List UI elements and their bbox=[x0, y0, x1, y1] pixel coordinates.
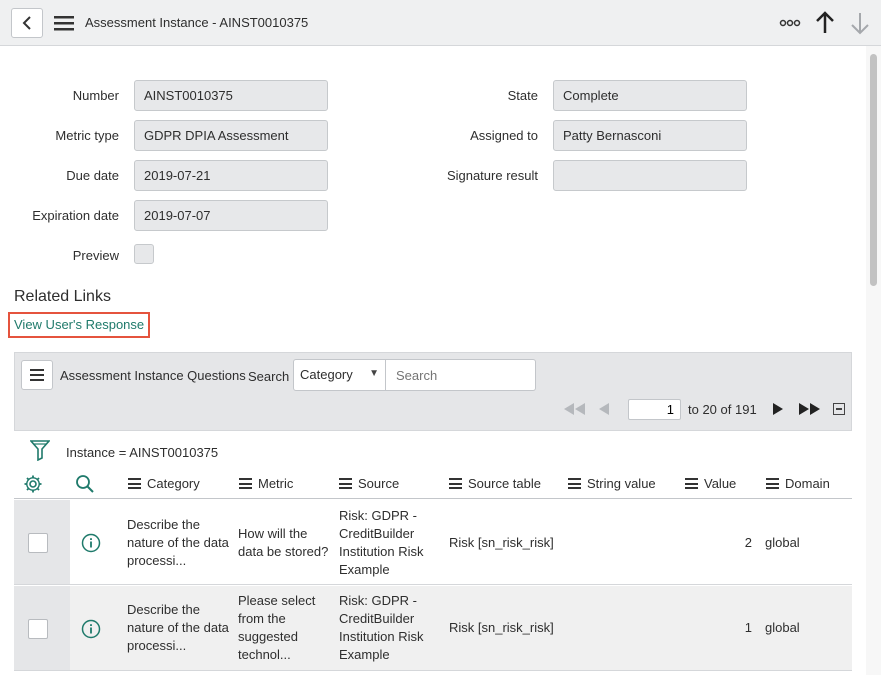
page-range-text: to 20 of 191 bbox=[688, 402, 757, 417]
related-list-toolbar: Assessment Instance Questions Search Cat… bbox=[14, 352, 852, 431]
hamburger-menu-icon bbox=[30, 369, 44, 381]
gear-icon[interactable] bbox=[23, 474, 43, 494]
column-menu-icon[interactable] bbox=[449, 478, 462, 489]
cell-metric: How will the data be stored? bbox=[238, 526, 329, 559]
more-options-icon[interactable] bbox=[779, 13, 801, 33]
column-menu-icon[interactable] bbox=[239, 478, 252, 489]
preview-checkbox[interactable] bbox=[134, 244, 154, 264]
row-checkbox[interactable] bbox=[28, 619, 48, 639]
search-field-select[interactable]: Category ▼ bbox=[293, 359, 386, 391]
column-menu-icon[interactable] bbox=[128, 478, 141, 489]
signature-result-label: Signature result bbox=[446, 168, 538, 183]
list-context-menu-button[interactable] bbox=[21, 360, 53, 390]
collapse-list-icon[interactable] bbox=[833, 403, 845, 415]
info-icon[interactable] bbox=[81, 533, 101, 553]
filter-funnel-icon[interactable] bbox=[30, 439, 50, 461]
back-button[interactable] bbox=[11, 8, 43, 38]
filter-breadcrumb[interactable]: Instance = AINST0010375 bbox=[66, 445, 218, 460]
dropdown-arrow-icon: ▼ bbox=[369, 368, 379, 379]
metric-type-label: Metric type bbox=[55, 128, 119, 143]
cell-value: 2 bbox=[744, 535, 752, 550]
column-header-label: Category bbox=[147, 476, 200, 491]
column-menu-icon[interactable] bbox=[568, 478, 581, 489]
column-header-domain[interactable]: Domain bbox=[766, 476, 830, 491]
cell-domain: global bbox=[765, 620, 800, 635]
preview-label: Preview bbox=[72, 248, 119, 263]
search-field-value: Category bbox=[300, 367, 353, 382]
list-title: Assessment Instance Questions bbox=[60, 368, 246, 383]
table-row[interactable]: Describe the nature of the data processi..… bbox=[14, 586, 852, 671]
number-field[interactable]: AINST0010375 bbox=[134, 80, 328, 111]
assigned-to-label: Assigned to bbox=[470, 128, 538, 143]
column-menu-icon[interactable] bbox=[339, 478, 352, 489]
related-links-heading: Related Links bbox=[14, 288, 111, 305]
column-header-metric[interactable]: Metric bbox=[239, 476, 293, 491]
cell-domain: global bbox=[765, 535, 800, 550]
column-header-label: Source table bbox=[468, 476, 541, 491]
expiration-date-label: Expiration date bbox=[32, 208, 119, 223]
next-record-arrow-down-icon[interactable] bbox=[849, 10, 871, 36]
page-number-input[interactable] bbox=[628, 399, 681, 420]
header-divider bbox=[14, 498, 852, 499]
assigned-to-field[interactable]: Patty Bernasconi bbox=[553, 120, 747, 151]
info-icon[interactable] bbox=[81, 619, 101, 639]
hamburger-menu-icon[interactable] bbox=[53, 13, 75, 33]
column-header-value[interactable]: Value bbox=[685, 476, 736, 491]
vertical-scrollbar[interactable] bbox=[866, 46, 881, 675]
column-header-category[interactable]: Category bbox=[128, 476, 200, 491]
previous-record-arrow-up-icon[interactable] bbox=[814, 10, 836, 36]
table-row[interactable]: Describe the nature of the data processi..… bbox=[14, 500, 852, 585]
cell-metric: Please select from the suggested technol... bbox=[238, 593, 316, 662]
chevron-left-icon bbox=[22, 16, 31, 30]
number-label: Number bbox=[72, 88, 119, 103]
last-page-icon[interactable] bbox=[797, 401, 823, 417]
scrollbar-thumb[interactable] bbox=[870, 54, 877, 286]
row-checkbox[interactable] bbox=[28, 533, 48, 553]
page-title: Assessment Instance - AINST0010375 bbox=[85, 15, 309, 30]
signature-result-field[interactable] bbox=[553, 160, 747, 191]
cell-value: 1 bbox=[744, 620, 752, 635]
expiration-date-field[interactable]: 2019-07-07 bbox=[134, 200, 328, 231]
due-date-label: Due date bbox=[66, 168, 119, 183]
previous-page-icon[interactable] bbox=[597, 401, 611, 417]
search-input[interactable] bbox=[386, 359, 536, 391]
metric-type-field[interactable]: GDPR DPIA Assessment bbox=[134, 120, 328, 151]
column-header-label: String value bbox=[587, 476, 656, 491]
column-menu-icon[interactable] bbox=[685, 478, 698, 489]
cell-category: Describe the nature of the data processi..… bbox=[127, 602, 229, 653]
view-users-response-link[interactable]: View User's Response bbox=[8, 312, 151, 338]
column-menu-icon[interactable] bbox=[766, 478, 779, 489]
state-label: State bbox=[507, 88, 538, 103]
cell-source-table: Risk [sn_risk_risk] bbox=[449, 620, 554, 635]
column-header-label: Metric bbox=[258, 476, 294, 491]
cell-source-table: Risk [sn_risk_risk] bbox=[449, 535, 554, 550]
column-header-source[interactable]: Source bbox=[339, 476, 399, 491]
column-header-label: Value bbox=[704, 476, 737, 491]
column-header-label: Domain bbox=[785, 476, 830, 491]
form-header: Assessment Instance - AINST0010375 bbox=[0, 0, 881, 46]
search-icon[interactable] bbox=[75, 474, 95, 494]
cell-source: Risk: GDPR - CreditBuilder Institution Ris… bbox=[339, 593, 424, 662]
column-header-source-table[interactable]: Source table bbox=[449, 476, 541, 491]
due-date-field[interactable]: 2019-07-21 bbox=[134, 160, 328, 191]
search-label: Search bbox=[248, 369, 290, 384]
cell-category: Describe the nature of the data processi..… bbox=[127, 517, 229, 568]
state-field[interactable]: Complete bbox=[553, 80, 747, 111]
column-header-string-value[interactable]: String value bbox=[568, 476, 656, 491]
column-header-label: Source bbox=[358, 476, 400, 491]
cell-source: Risk: GDPR - CreditBuilder Institution Ris… bbox=[339, 508, 424, 577]
next-page-icon[interactable] bbox=[771, 401, 785, 417]
first-page-icon[interactable] bbox=[561, 401, 587, 417]
